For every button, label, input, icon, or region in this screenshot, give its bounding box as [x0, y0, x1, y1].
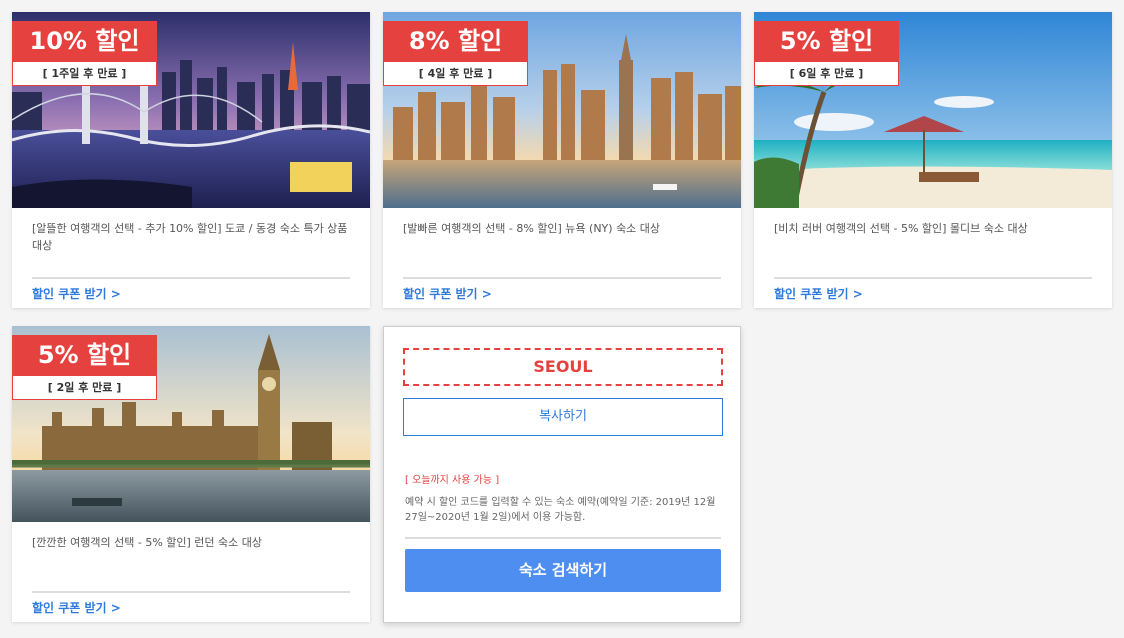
- discount-badge: 8% 할인 [ 4일 후 만료 ]: [383, 21, 528, 86]
- search-accommodation-button[interactable]: 숙소 검색하기: [405, 549, 721, 592]
- validity-label: [ 오늘까지 사용 가능 ]: [405, 475, 500, 486]
- deal-card-tokyo[interactable]: 10% 할인 [ 1주일 후 만료 ] [알뜰한 여행객의 선택 - 추가 10…: [12, 12, 370, 308]
- get-coupon-link[interactable]: 할인 쿠폰 받기 >: [774, 285, 863, 302]
- coupon-code[interactable]: SEOUL: [403, 348, 723, 386]
- discount-percent: 5% 할인: [12, 335, 157, 376]
- discount-badge: 5% 할인 [ 2일 후 만료 ]: [12, 335, 157, 400]
- expiry-label: [ 2일 후 만료 ]: [12, 376, 157, 400]
- divider: [32, 277, 350, 279]
- expiry-label: [ 6일 후 만료 ]: [754, 62, 899, 86]
- divider: [405, 537, 721, 539]
- deal-description: [알뜰한 여행객의 선택 - 추가 10% 할인] 도쿄 / 동경 숙소 특가 …: [32, 222, 348, 252]
- divider: [32, 591, 350, 593]
- deal-card-newyork[interactable]: 8% 할인 [ 4일 후 만료 ] [발빠른 여행객의 선택 - 8% 할인] …: [383, 12, 741, 308]
- expiry-label: [ 4일 후 만료 ]: [383, 62, 528, 86]
- discount-percent: 8% 할인: [383, 21, 528, 62]
- deal-description: [비치 러버 여행객의 선택 - 5% 할인] 몰디브 숙소 대상: [774, 222, 1028, 235]
- coupon-panel: SEOUL 복사하기 [ 오늘까지 사용 가능 ] 예약 시 할인 코드를 입력…: [383, 326, 741, 623]
- discount-percent: 5% 할인: [754, 21, 899, 62]
- expiry-label: [ 1주일 후 만료 ]: [12, 62, 157, 86]
- deal-description: [발빠른 여행객의 선택 - 8% 할인] 뉴욕 (NY) 숙소 대상: [403, 222, 661, 235]
- deal-description: [깐깐한 여행객의 선택 - 5% 할인] 런던 숙소 대상: [32, 536, 263, 549]
- get-coupon-link[interactable]: 할인 쿠폰 받기 >: [403, 285, 492, 302]
- copy-button[interactable]: 복사하기: [403, 398, 723, 436]
- coupon-note: 예약 시 할인 코드를 입력할 수 있는 숙소 예약(예약일 기준: 2019년…: [405, 497, 716, 523]
- divider: [774, 277, 1092, 279]
- discount-badge: 10% 할인 [ 1주일 후 만료 ]: [12, 21, 157, 86]
- get-coupon-link[interactable]: 할인 쿠폰 받기 >: [32, 599, 121, 616]
- deal-card-maldives[interactable]: 5% 할인 [ 6일 후 만료 ] [비치 러버 여행객의 선택 - 5% 할인…: [754, 12, 1112, 308]
- discount-percent: 10% 할인: [12, 21, 157, 62]
- discount-badge: 5% 할인 [ 6일 후 만료 ]: [754, 21, 899, 86]
- get-coupon-link[interactable]: 할인 쿠폰 받기 >: [32, 285, 121, 302]
- divider: [403, 277, 721, 279]
- deal-card-london[interactable]: 5% 할인 [ 2일 후 만료 ] [깐깐한 여행객의 선택 - 5% 할인] …: [12, 326, 370, 622]
